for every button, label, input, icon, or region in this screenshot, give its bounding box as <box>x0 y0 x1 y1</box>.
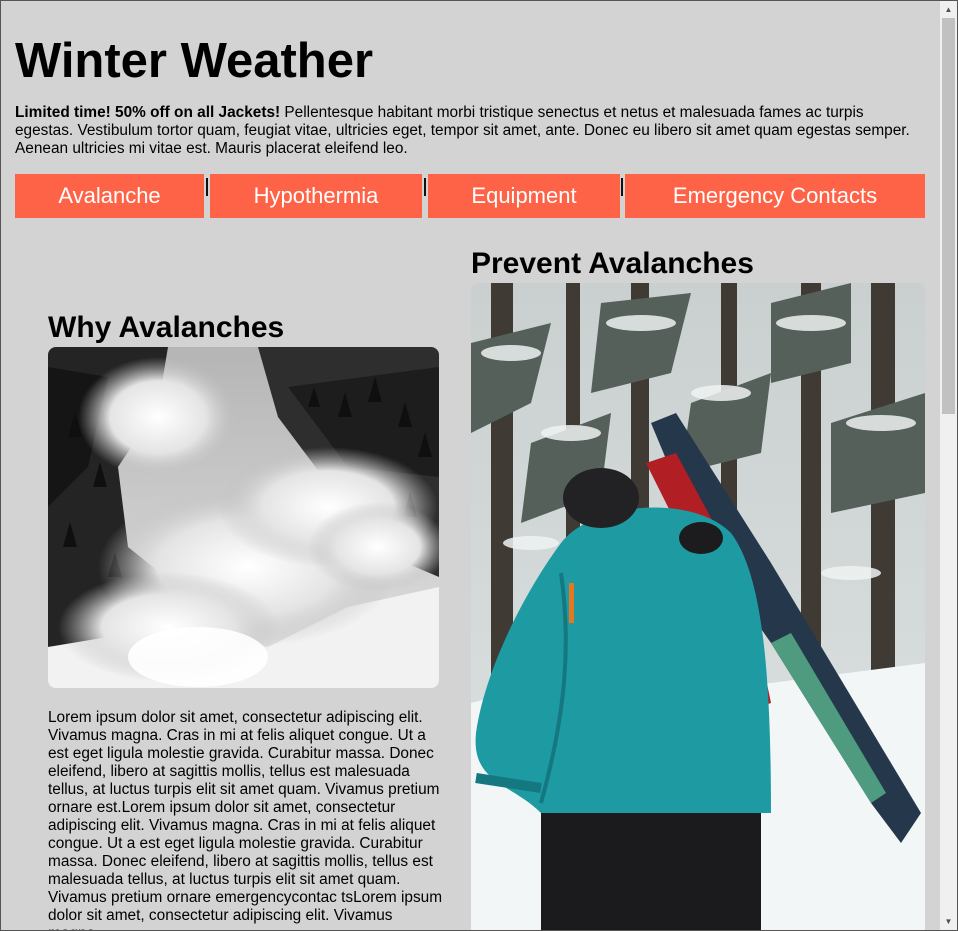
why-avalanches-heading: Why Avalanches <box>48 311 285 344</box>
scroll-down-arrow-icon[interactable]: ▼ <box>940 913 957 930</box>
nav-separator <box>206 178 208 196</box>
page-title: Winter Weather <box>15 34 374 88</box>
page-viewport: Winter Weather Limited time! 50% off on … <box>1 1 941 930</box>
snowboarder-photo <box>471 283 925 930</box>
promo-paragraph: Limited time! 50% off on all Jackets! Pe… <box>15 104 915 158</box>
nav-separator <box>424 178 426 196</box>
avalanche-photo <box>48 347 439 688</box>
nav-item-emergency-contacts[interactable]: Emergency Contacts <box>625 174 925 218</box>
prevent-avalanches-heading: Prevent Avalanches <box>471 247 754 280</box>
scrollbar-thumb[interactable] <box>942 18 955 414</box>
nav-separator <box>621 178 623 196</box>
why-avalanches-text: Lorem ipsum dolor sit amet, consectetur … <box>48 709 443 930</box>
scroll-up-arrow-icon[interactable]: ▲ <box>940 1 957 18</box>
vertical-scrollbar[interactable]: ▲ ▼ <box>940 1 957 930</box>
promo-highlight: Limited time! 50% off on all Jackets! <box>15 104 281 121</box>
nav-item-avalanche[interactable]: Avalanche <box>15 174 204 218</box>
avalanche-image <box>48 347 439 688</box>
snowboarder-image <box>471 283 925 930</box>
nav-item-equipment[interactable]: Equipment <box>428 174 620 218</box>
nav-item-hypothermia[interactable]: Hypothermia <box>210 174 422 218</box>
main-nav: Avalanche Hypothermia Equipment Emergenc… <box>15 174 925 218</box>
